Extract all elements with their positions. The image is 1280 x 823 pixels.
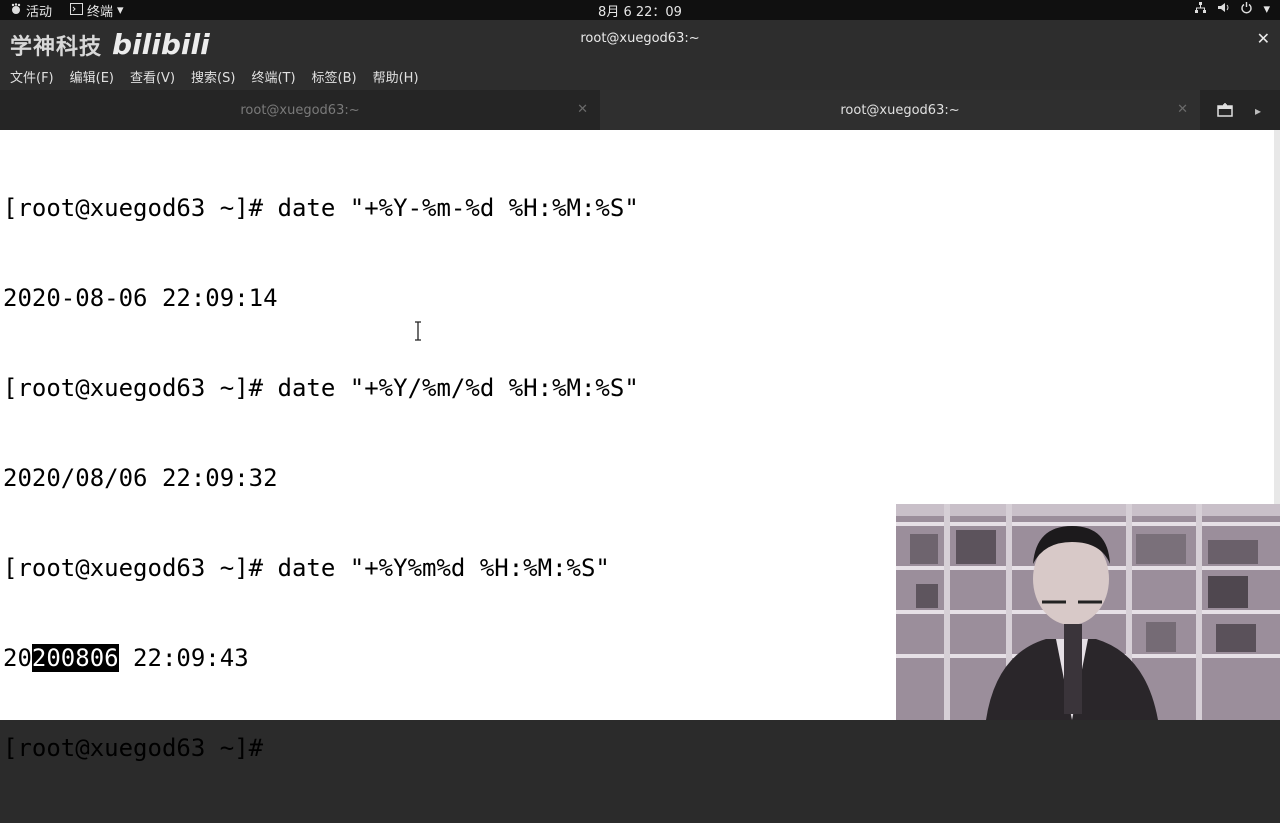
ibeam-cursor-icon xyxy=(413,321,423,341)
terminal-line: [root@xuegod63 ~]# date "+%Y/%m/%d %H:%M… xyxy=(3,374,639,402)
power-icon[interactable] xyxy=(1240,1,1253,18)
new-tab-icon[interactable] xyxy=(1205,90,1245,130)
menu-file[interactable]: 文件(F) xyxy=(10,67,54,86)
tab-active[interactable]: root@xuegod63:~ ✕ xyxy=(600,90,1200,130)
window-title-bar[interactable]: 学神科技 bilibili root@xuegod63:~ ✕ xyxy=(0,20,1280,61)
chevron-down-icon[interactable]: ▾ xyxy=(1263,2,1270,17)
output-suffix: 22:09:43 xyxy=(118,644,249,672)
menu-terminal[interactable]: 终端(T) xyxy=(251,67,295,86)
terminal-line: [root@xuegod63 ~]# date "+%Y%m%d %H:%M:%… xyxy=(3,554,610,582)
network-icon[interactable] xyxy=(1194,1,1207,18)
volume-icon[interactable] xyxy=(1217,1,1230,18)
system-top-bar: 活动 终端 ▾ 8月 6 22：09 ▾ xyxy=(0,0,1280,20)
clock[interactable]: 8月 6 22：09 xyxy=(598,5,682,20)
tab-label: root@xuegod63:~ xyxy=(840,102,960,118)
menu-bar: 文件(F) 编辑(E) 查看(V) 搜索(S) 终端(T) 标签(B) 帮助(H… xyxy=(0,60,1280,90)
menu-edit[interactable]: 编辑(E) xyxy=(70,67,114,86)
close-icon[interactable]: ✕ xyxy=(1177,102,1188,117)
webcam-overlay xyxy=(896,504,1280,720)
terminal-line: 2020/08/06 22:09:32 xyxy=(3,464,278,492)
window-title: root@xuegod63:~ xyxy=(580,31,700,46)
scroll-tabs-icon[interactable]: ▸ xyxy=(1255,104,1265,118)
presenter-video-image xyxy=(896,504,1280,720)
terminal-line: [root@xuegod63 ~]# date "+%Y-%m-%d %H:%M… xyxy=(3,194,639,222)
menu-tabs[interactable]: 标签(B) xyxy=(312,67,357,86)
menu-search[interactable]: 搜索(S) xyxy=(191,67,235,86)
terminal-prompt[interactable]: [root@xuegod63 ~]# xyxy=(3,733,639,763)
terminal-line: 20200806 22:09:43 xyxy=(3,643,639,673)
menu-view[interactable]: 查看(V) xyxy=(130,67,175,86)
menu-help[interactable]: 帮助(H) xyxy=(373,67,419,86)
close-icon[interactable]: ✕ xyxy=(1257,29,1270,48)
close-icon[interactable]: ✕ xyxy=(577,102,588,117)
tab-bar: root@xuegod63:~ ✕ root@xuegod63:~ ✕ ▸ xyxy=(0,90,1280,130)
tab-inactive[interactable]: root@xuegod63:~ ✕ xyxy=(0,90,600,130)
tab-label: root@xuegod63:~ xyxy=(240,102,360,118)
text-selection[interactable]: 200806 xyxy=(31,644,119,672)
output-prefix: 20 xyxy=(3,644,32,672)
terminal-line: 2020-08-06 22:09:14 xyxy=(3,284,278,312)
